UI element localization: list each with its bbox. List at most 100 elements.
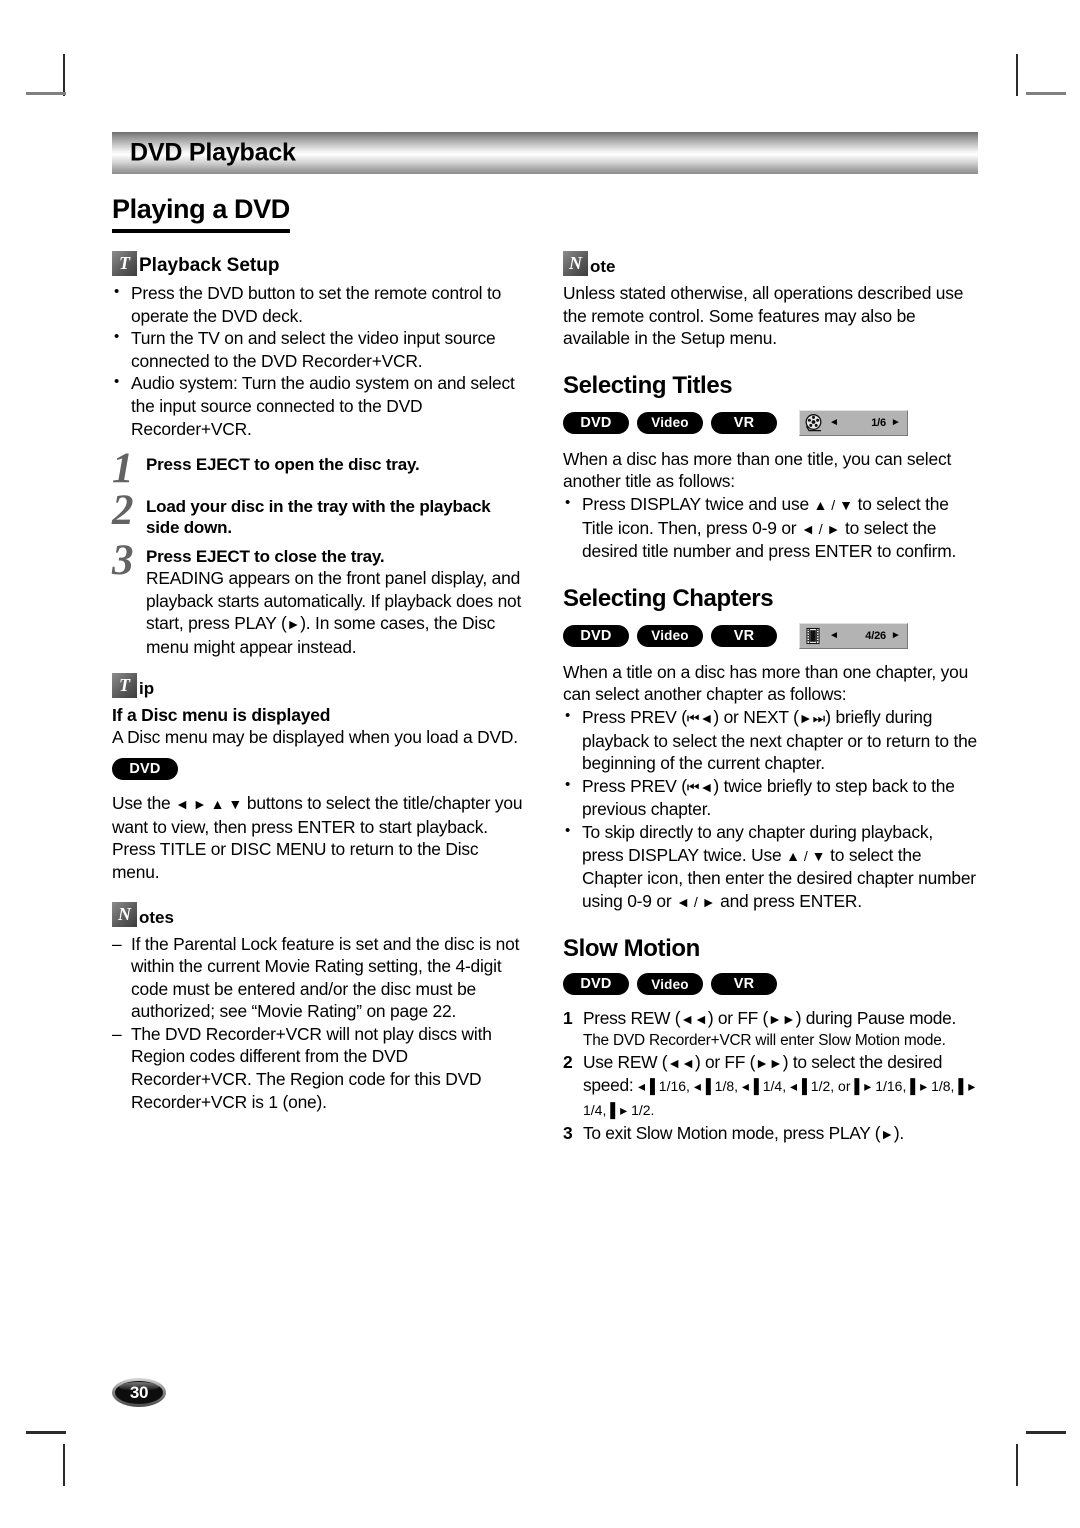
up-down-arrows-icon: ▲ / ▼ [786,847,826,864]
left-column: T Playback Setup Press the DVD button to… [112,251,527,1145]
crop-mark-bottom-right-vertical [1016,1444,1018,1486]
step-number: 1 [563,1008,573,1029]
note-icon: N [112,901,137,927]
slow-motion-steps: 1 Press REW (◄◄) or FF (►►) during Pause … [563,1007,978,1145]
disc-menu-instruction: Use the ◄ ► ▲ ▼ buttons to select the ti… [112,792,527,883]
step-number: 2 [112,487,134,535]
list-item: To skip directly to any chapter during p… [563,820,978,913]
chapter-header-bar: DVD Playback [112,132,978,174]
numbered-steps: 1 Press EJECT to open the disc tray. 2 L… [112,447,527,658]
step-heading: Press EJECT to open the disc tray. [146,455,420,475]
list-item: 1 Press REW (◄◄) or FF (►►) during Pause … [563,1007,978,1051]
text-part: ) during Pause mode. [795,1008,957,1029]
page-number-text: 30 [129,1382,149,1402]
crop-mark-top-right-vertical [1016,54,1018,96]
disc-menu-tip-tagline: T ip [112,672,527,698]
title-osd-value: 1/6 [871,416,886,429]
chapter-title: DVD Playback [130,138,296,167]
step-number: 1 [112,445,134,493]
step-heading: Load your disc in the tray with the play… [146,497,491,538]
slow-motion-speeds: ◂▐ 1/16, ◂▐ 1/8, ◂▐ 1/4, ◂▐ 1/2, or ▌▸ 1… [583,1078,976,1119]
right-column: N ote Unless stated otherwise, all opera… [563,251,978,1145]
disc-pill-dvd: DVD [563,411,629,434]
osd-right-arrow-icon: ► [890,629,901,641]
notes-label: otes [139,907,174,927]
slow-motion-pill-row: DVD Video VR [563,973,978,996]
selecting-chapters-list: Press PREV (⏮◄) or NEXT (►⏭) briefly dur… [563,705,978,913]
list-item: 2 Use REW (◄◄) or FF (►►) to select the d… [563,1051,978,1122]
film-reel-icon [805,413,822,431]
disc-pill-dvd: DVD [563,624,629,647]
selecting-titles-pill-row: DVD Video VR ◄ 1/6 ► [563,409,978,436]
page-content: DVD Playback Playing a DVD T Playback Se… [112,132,978,1145]
note-text: Unless stated otherwise, all operations … [563,283,964,349]
osd-right-arrow-icon: ► [890,416,901,428]
text-part: Press DISPLAY twice and use [582,493,814,514]
list-item: Press DISPLAY twice and use ▲ / ▼ to sel… [563,492,978,563]
title-osd-chip: ◄ 1/6 ► [799,409,908,436]
ff-icon: ►► [755,1054,783,1071]
disc-pill-video: Video [637,973,703,996]
film-strip-icon [806,627,820,644]
next-icon: ►⏭ [798,709,826,726]
ff-icon: ►► [768,1011,796,1028]
notes-tagline: N otes [112,901,527,927]
disc-menu-subheading: If a Disc menu is displayed [112,704,331,725]
rew-icon: ◄◄ [680,1011,708,1028]
crop-mark-bottom-right-horizontal [1026,1431,1066,1434]
list-item: Press PREV (⏮◄) or NEXT (►⏭) briefly dur… [563,705,978,775]
crop-mark-top-left-horizontal [26,92,66,95]
step-2: 2 Load your disc in the tray with the pl… [112,489,527,538]
step-body: READING appears on the front panel displ… [146,567,527,658]
playback-setup-list: Press the DVD button to set the remote c… [112,281,527,440]
step-number: 3 [112,537,134,585]
playback-setup-tagline: T Playback Setup [112,251,527,276]
text-part: and press ENTER. [715,890,862,911]
page-title: Playing a DVD [112,194,290,233]
list-item: Turn the TV on and select the video inpu… [112,326,527,372]
disc-menu-text: A Disc menu may be displayed when you lo… [112,726,518,747]
step-3: 3 Press EJECT to close the tray. READING… [112,539,527,658]
left-right-arrows-icon: ◄ / ► [801,520,841,537]
prev-icon: ⏮◄ [686,709,714,726]
page-number-badge: 30 [112,1378,166,1407]
crop-mark-top-left-vertical [63,54,65,96]
crop-mark-bottom-left-vertical [63,1444,65,1486]
step-number: 2 [563,1051,573,1072]
tip-icon: T [112,672,137,698]
note-tagline: N ote [563,251,978,276]
text-part: Press PREV ( [582,706,687,727]
play-icon: ► [286,616,301,633]
selecting-chapters-heading: Selecting Chapters [563,584,774,612]
text-part: ) or FF ( [694,1051,756,1072]
selecting-chapters-pill-row: DVD Video VR ◄ 4/26 ► [563,622,978,649]
step-1: 1 Press EJECT to open the disc tray. [112,447,527,490]
text-part: ). [893,1122,904,1143]
note-icon: N [563,251,588,276]
text-part: Use REW ( [583,1051,668,1072]
list-item: 3 To exit Slow Motion mode, press PLAY (►… [563,1122,978,1146]
crop-mark-top-right-horizontal [1026,92,1066,95]
disc-pill-dvd: DVD [563,973,629,996]
selecting-titles-list: Press DISPLAY twice and use ▲ / ▼ to sel… [563,492,978,563]
note-label: ote [590,257,616,276]
tip-label: ip [139,678,155,698]
step-number: 3 [563,1122,573,1143]
notes-list: If the Parental Lock feature is set and … [112,933,527,1114]
disc-type-pill-row-left: DVD [112,758,527,781]
left-right-arrows-icon: ◄ / ► [676,893,716,910]
slow-motion-heading: Slow Motion [563,935,700,963]
rew-icon: ◄◄ [667,1054,695,1071]
crop-mark-bottom-left-horizontal [26,1431,66,1434]
play-icon: ► [880,1125,894,1142]
text-part: ) or FF ( [707,1008,768,1029]
up-down-arrows-icon: ▲ / ▼ [813,496,853,513]
text-part: To exit Slow Motion mode, press PLAY ( [583,1122,881,1143]
text-part: ) or NEXT ( [713,706,799,727]
disc-pill-vr: VR [711,624,777,647]
instruction-pre: Use the [112,793,176,814]
chapter-osd-value: 4/26 [865,629,886,642]
tip-icon: T [112,251,137,276]
disc-pill-video: Video [637,624,703,647]
two-column-layout: T Playback Setup Press the DVD button to… [112,251,978,1145]
